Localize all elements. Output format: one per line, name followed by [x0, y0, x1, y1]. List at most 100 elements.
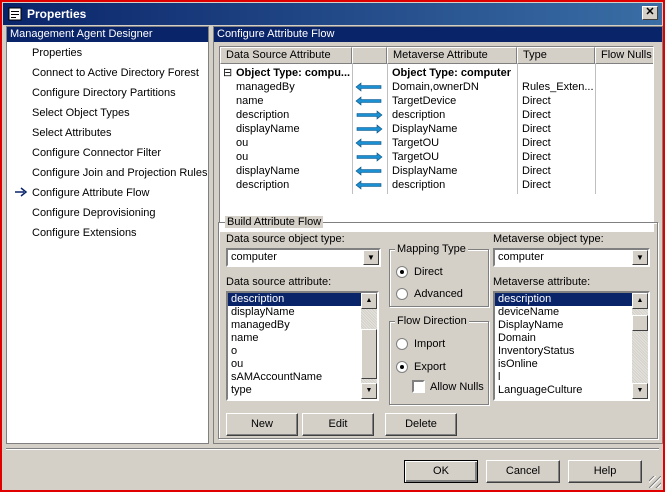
mv-attribute-item[interactable]: description [495, 293, 648, 306]
col-header-data-source-attribute[interactable]: Data Source Attribute [220, 47, 352, 64]
col-header-flow-nulls[interactable]: Flow Nulls [595, 47, 653, 64]
flow-type: Direct [522, 151, 551, 163]
flow-row[interactable]: description description Direct [220, 178, 653, 194]
mv-attribute-item[interactable]: InventoryStatus [495, 345, 648, 358]
attribute-flow-header: Configure Attribute Flow [214, 27, 662, 42]
allow-nulls-label[interactable]: Allow Nulls [430, 381, 484, 393]
mv-attribute-item[interactable]: l [495, 371, 648, 384]
flow-row[interactable]: ou TargetOU Direct [220, 150, 653, 164]
nav-item[interactable]: Configure Deprovisioning [32, 207, 156, 219]
scroll-thumb[interactable] [632, 315, 648, 331]
scroll-down-icon[interactable]: ▼ [632, 383, 648, 399]
flow-type: Direct [522, 179, 551, 191]
nav-item[interactable]: Connect to Active Directory Forest [32, 67, 199, 79]
mapping-type-label: Mapping Type [395, 243, 468, 255]
flow-export-label[interactable]: Export [414, 361, 446, 373]
flow-row[interactable]: displayName DisplayName Direct [220, 164, 653, 178]
cancel-button[interactable]: Cancel [486, 460, 560, 483]
ok-button[interactable]: OK [404, 460, 478, 483]
footer-separator [6, 448, 659, 450]
nav-item[interactable]: Select Attributes [32, 127, 112, 139]
scroll-up-icon[interactable]: ▲ [632, 293, 648, 309]
flow-source-attribute: ou [236, 137, 249, 149]
flow-source-attribute: description [236, 109, 290, 121]
mv-attribute-item[interactable]: DisplayName [495, 319, 648, 332]
flow-export-radio[interactable] [396, 361, 408, 373]
chevron-down-icon[interactable]: ▼ [363, 250, 379, 265]
mv-attribute-item[interactable]: isOnline [495, 358, 648, 371]
designer-nav: Management Agent Designer Properties Conn… [6, 26, 209, 444]
nav-item[interactable]: Configure Extensions [32, 227, 137, 239]
nav-item[interactable]: Configure Join and Projection Rules [32, 167, 208, 179]
mv-attribute-item[interactable]: LanguageCulture [495, 384, 648, 397]
mv-attribute-scrollbar[interactable]: ▲ ▼ [632, 293, 648, 399]
scroll-down-icon[interactable]: ▼ [361, 383, 377, 399]
edit-button[interactable]: Edit [302, 413, 374, 436]
ds-attribute-item[interactable]: name [228, 332, 377, 345]
mv-object-type-select[interactable]: computer ▼ [493, 248, 650, 267]
mapping-advanced-radio[interactable] [396, 288, 408, 300]
col-header-metaverse-attribute[interactable]: Metaverse Attribute [387, 47, 517, 64]
ds-attribute-item[interactable]: ou [228, 358, 377, 371]
mv-attribute-item[interactable]: Domain [495, 332, 648, 345]
build-attribute-flow-label: Build Attribute Flow [225, 216, 324, 228]
window-title: Properties [27, 7, 87, 21]
mv-object-type-label: Metaverse object type: [493, 233, 604, 245]
nav-item[interactable]: Select Object Types [32, 107, 130, 119]
flow-row[interactable]: ou TargetOU Direct [220, 136, 653, 150]
scroll-thumb[interactable] [361, 329, 377, 379]
flow-type: Rules_Exten... [522, 81, 594, 93]
mapping-direct-label[interactable]: Direct [414, 266, 443, 278]
mv-attribute-item[interactable]: deviceName [495, 306, 648, 319]
col-header-direction[interactable] [352, 47, 387, 64]
new-button[interactable]: New [226, 413, 298, 436]
mapping-direct-radio[interactable] [396, 266, 408, 278]
ds-attribute-item[interactable]: type [228, 384, 377, 397]
flow-source-attribute: displayName [236, 165, 300, 177]
chevron-down-icon[interactable]: ▼ [632, 250, 648, 265]
col-header-type[interactable]: Type [517, 47, 595, 64]
flow-import-label[interactable]: Import [414, 338, 445, 350]
flow-row[interactable]: description description Direct [220, 108, 653, 122]
ds-object-type-value: computer [231, 251, 277, 263]
flow-source-attribute: name [236, 95, 264, 107]
flow-metaverse-attribute: TargetDevice [392, 95, 457, 107]
ds-attribute-item[interactable]: displayName [228, 306, 377, 319]
attribute-flow-grid[interactable]: Data Source Attribute Metaverse Attribut… [219, 46, 654, 232]
ds-attribute-item[interactable]: description [228, 293, 377, 306]
group-metaverse-label: Object Type: computer [392, 67, 511, 79]
flow-type: Direct [522, 109, 551, 121]
group-source-label: Object Type: compu... [236, 67, 351, 79]
nav-item[interactable]: Properties [32, 47, 82, 59]
flow-type: Direct [522, 95, 551, 107]
flow-metaverse-attribute: DisplayName [392, 123, 458, 135]
close-icon[interactable]: ✕ [642, 6, 658, 20]
nav-item[interactable]: Configure Attribute Flow [32, 187, 149, 199]
resize-grip-icon[interactable] [649, 476, 661, 488]
delete-button[interactable]: Delete [385, 413, 457, 436]
properties-window: Properties ✕ Management Agent Designer P… [0, 0, 665, 492]
object-type-group-row[interactable]: ⊟ Object Type: compu... Object Type: com… [220, 66, 653, 80]
flow-row[interactable]: managedBy Domain,ownerDN Rules_Exten... [220, 80, 653, 94]
ds-attribute-item[interactable]: sAMAccountName [228, 371, 377, 384]
collapse-icon[interactable]: ⊟ [223, 66, 232, 80]
ds-object-type-select[interactable]: computer ▼ [226, 248, 381, 267]
allow-nulls-checkbox[interactable] [412, 380, 425, 393]
properties-icon [7, 6, 23, 22]
mv-attribute-list[interactable]: description deviceName DisplayName Domain In… [493, 291, 650, 401]
help-button[interactable]: Help [568, 460, 642, 483]
mapping-advanced-label[interactable]: Advanced [414, 288, 463, 300]
ds-attribute-item[interactable]: o [228, 345, 377, 358]
nav-item[interactable]: Configure Directory Partitions [32, 87, 176, 99]
ds-attribute-list[interactable]: description displayName managedBy name o ou sA… [226, 291, 379, 401]
flow-row[interactable]: name TargetDevice Direct [220, 94, 653, 108]
attribute-flow-panel: Configure Attribute Flow Data Source Att… [213, 26, 663, 444]
nav-item[interactable]: Configure Connector Filter [32, 147, 161, 159]
import-arrow-icon [355, 180, 383, 194]
flow-type: Direct [522, 123, 551, 135]
flow-row[interactable]: displayName DisplayName Direct [220, 122, 653, 136]
scroll-up-icon[interactable]: ▲ [361, 293, 377, 309]
ds-attribute-item[interactable]: managedBy [228, 319, 377, 332]
flow-import-radio[interactable] [396, 338, 408, 350]
ds-attribute-scrollbar[interactable]: ▲ ▼ [361, 293, 377, 399]
